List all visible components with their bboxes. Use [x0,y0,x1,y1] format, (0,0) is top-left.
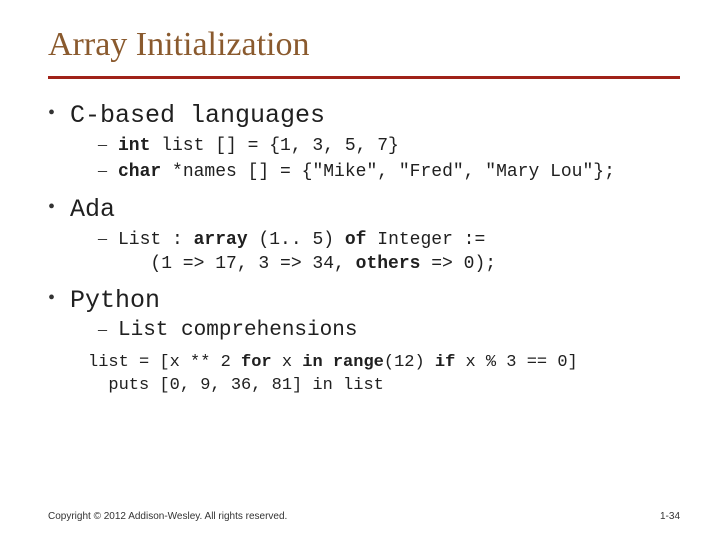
section-python-items: List comprehensions [70,319,680,342]
page-number: 1-34 [660,511,680,522]
code-line: int list [] = {1, 3, 5, 7} [98,134,680,158]
section-heading: Ada [70,195,115,224]
section-heading: Python [70,286,160,315]
section-ada: Ada List : array (1.. 5) of Integer := (… [48,195,680,277]
section-c: C-based languages int list [] = {1, 3, 5… [48,101,680,185]
sub-bullet: List comprehensions [98,319,680,342]
code: int list [] = {1, 3, 5, 7} [118,136,399,156]
slide: Array Initialization C-based languages i… [0,0,720,540]
section-python: Python List comprehensions list = [x ** … [48,286,680,398]
slide-title: Array Initialization [48,26,680,64]
subhead: List comprehensions [118,319,357,342]
copyright-text: Copyright © 2012 Addison-Wesley. All rig… [48,511,287,522]
code-line: puts [0, 9, 36, 81] in list [88,375,680,398]
code: char *names [] = {″Mike″, ″Fred″, ″Mary … [118,162,615,182]
title-rule [48,76,680,79]
code: puts [0, 9, 36, 81] in list [88,376,384,395]
section-python-code: list = [x ** 2 for x in range(12) if x %… [70,352,680,398]
code: List : array (1.. 5) of Integer := (1 =>… [118,230,496,274]
code-line: char *names [] = {″Mike″, ″Fred″, ″Mary … [98,160,680,184]
section-heading: C-based languages [70,101,325,130]
code-line: List : array (1.. 5) of Integer := (1 =>… [98,228,680,277]
footer: Copyright © 2012 Addison-Wesley. All rig… [48,511,680,522]
code: list = [x ** 2 for x in range(12) if x %… [88,353,578,372]
section-ada-items: List : array (1.. 5) of Integer := (1 =>… [70,228,680,277]
bullet-list: C-based languages int list [] = {1, 3, 5… [48,101,680,398]
code-line: list = [x ** 2 for x in range(12) if x %… [88,352,680,375]
section-c-items: int list [] = {1, 3, 5, 7} char *names [… [70,134,680,185]
